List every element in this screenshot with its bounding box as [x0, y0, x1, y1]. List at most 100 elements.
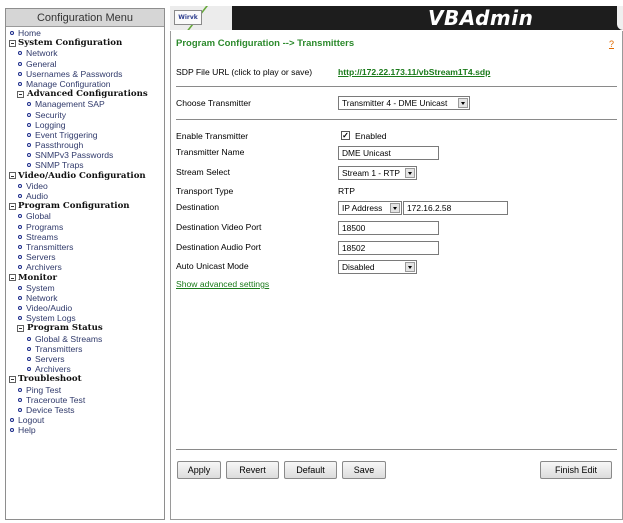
menu-item-advanced-configurations[interactable]: Advanced Configurations: [6, 89, 164, 99]
menu-item-home[interactable]: Home: [6, 28, 164, 38]
menu-item-system[interactable]: System: [6, 283, 164, 293]
chevron-down-icon: [390, 203, 400, 213]
menu-item-transmitters[interactable]: Transmitters: [6, 242, 164, 252]
stream-select-label: Stream Select: [176, 167, 230, 177]
menu-item-global-streams[interactable]: Global & Streams: [6, 334, 164, 344]
menu-item-system-logs[interactable]: System Logs: [6, 313, 164, 323]
menu-item-label: Archivers: [35, 364, 71, 375]
menu-item-transmitters[interactable]: Transmitters: [6, 344, 164, 354]
help-link[interactable]: ?: [609, 39, 614, 49]
menu-item-network[interactable]: Network: [6, 293, 164, 303]
bullet-icon: [27, 367, 31, 372]
menu-item-label: Transmitters: [35, 343, 83, 354]
checkmark-icon: ✓: [342, 131, 349, 140]
menu-item-troubleshoot[interactable]: Troubleshoot: [6, 374, 164, 384]
menu-title: Configuration Menu: [6, 9, 164, 27]
chevron-down-icon: [405, 262, 415, 272]
apply-button[interactable]: Apply: [177, 461, 221, 479]
bullet-icon: [10, 418, 14, 423]
menu-item-servers[interactable]: Servers: [6, 252, 164, 262]
menu-item-servers[interactable]: Servers: [6, 354, 164, 364]
bullet-icon: [18, 316, 22, 321]
revert-button[interactable]: Revert: [226, 461, 279, 479]
menu-item-label: Servers: [26, 252, 56, 263]
menu-item-label: SNMPv3 Passwords: [35, 150, 114, 161]
menu-item-video-audio-configuration[interactable]: Video/Audio Configuration: [6, 171, 164, 181]
menu-item-label: Help: [18, 425, 36, 436]
auto-unicast-select[interactable]: Disabled: [338, 260, 417, 274]
bullet-icon: [18, 285, 22, 290]
bullet-icon: [27, 112, 31, 117]
menu-item-label: Global & Streams: [35, 333, 103, 344]
finish-edit-button[interactable]: Finish Edit: [540, 461, 612, 479]
transport-type-value: RTP: [338, 186, 356, 196]
divider: [176, 449, 617, 450]
sdp-url-link[interactable]: http://172.22.173.11/vbStream1T4.sdp: [338, 67, 490, 77]
menu-item-label: Management SAP: [35, 99, 105, 110]
menu-item-system-configuration[interactable]: System Configuration: [6, 38, 164, 48]
menu-item-ping-test[interactable]: Ping Test: [6, 385, 164, 395]
bullet-icon: [18, 407, 22, 412]
choose-transmitter-select[interactable]: Transmitter 4 - DME Unicast: [338, 96, 470, 110]
bullet-icon: [18, 214, 22, 219]
bullet-icon: [18, 194, 22, 198]
collapse-icon: [9, 202, 16, 210]
show-advanced-settings-link[interactable]: Show advanced settings: [176, 279, 269, 289]
default-button[interactable]: Default: [284, 461, 337, 479]
bullet-icon: [27, 132, 31, 137]
enable-transmitter-checkbox[interactable]: ✓: [341, 131, 350, 140]
menu-item-label: Program Configuration: [18, 201, 130, 212]
audio-port-input[interactable]: 18502: [338, 241, 439, 255]
menu-item-label: Device Tests: [26, 404, 75, 415]
menu-item-video-audio[interactable]: Video/Audio: [6, 303, 164, 313]
menu-item-label: Audio: [26, 191, 48, 201]
menu-item-label: Monitor: [18, 272, 57, 283]
menu-item-audio[interactable]: Audio: [6, 191, 164, 201]
bullet-icon: [18, 224, 22, 229]
menu-item-network[interactable]: Network: [6, 48, 164, 58]
bullet-icon: [18, 255, 22, 260]
menu-item-general[interactable]: General: [6, 59, 164, 69]
menu-item-video[interactable]: Video: [6, 181, 164, 191]
stream-select[interactable]: Stream 1 - RTP: [338, 166, 417, 180]
menu-item-snmp-traps[interactable]: SNMP Traps: [6, 160, 164, 170]
menu-item-streams[interactable]: Streams: [6, 232, 164, 242]
bullet-icon: [10, 31, 14, 35]
main-panel: Program Configuration --> Transmitters ?…: [170, 31, 623, 520]
menu-item-snmpv3-passwords[interactable]: SNMPv3 Passwords: [6, 150, 164, 160]
menu-item-logging[interactable]: Logging: [6, 120, 164, 130]
menu-tree: Home System Configuration Network General Us…: [6, 27, 164, 436]
menu-item-passthrough[interactable]: Passthrough: [6, 140, 164, 150]
menu-item-manage-configuration[interactable]: Manage Configuration: [6, 79, 164, 89]
menu-item-archivers[interactable]: Archivers: [6, 262, 164, 272]
menu-item-monitor[interactable]: Monitor: [6, 273, 164, 283]
menu-item-help[interactable]: Help: [6, 425, 164, 435]
menu-item-traceroute-test[interactable]: Traceroute Test: [6, 395, 164, 405]
bullet-icon: [18, 244, 22, 249]
menu-item-event-triggering[interactable]: Event Triggering: [6, 130, 164, 140]
transmitter-name-input[interactable]: DME Unicast: [338, 146, 439, 160]
menu-item-label: Transmitters: [26, 241, 74, 252]
bullet-icon: [18, 71, 22, 76]
menu-item-global[interactable]: Global: [6, 211, 164, 221]
menu-item-usernames-passwords[interactable]: Usernames & Passwords: [6, 69, 164, 79]
menu-item-label: Servers: [35, 354, 65, 364]
menu-item-label: Ping Test: [26, 384, 62, 395]
menu-item-logout[interactable]: Logout: [6, 415, 164, 425]
menu-item-security[interactable]: Security: [6, 110, 164, 120]
destination-type-select[interactable]: IP Address: [338, 201, 402, 215]
sdp-url-label: SDP File URL (click to play or save): [176, 67, 313, 77]
destination-ip-input[interactable]: 172.16.2.58: [403, 201, 508, 215]
bullet-icon: [27, 143, 31, 148]
save-button[interactable]: Save: [342, 461, 386, 479]
menu-item-label: Security: [35, 109, 67, 120]
menu-item-programs[interactable]: Programs: [6, 222, 164, 232]
video-port-input[interactable]: 18500: [338, 221, 439, 235]
menu-item-device-tests[interactable]: Device Tests: [6, 405, 164, 415]
menu-item-archivers[interactable]: Archivers: [6, 364, 164, 374]
transmitter-name-label: Transmitter Name: [176, 147, 245, 157]
menu-item-program-status[interactable]: Program Status: [6, 323, 164, 333]
menu-item-management-sap[interactable]: Management SAP: [6, 99, 164, 109]
app-title: VBAdmin: [428, 6, 534, 30]
menu-item-program-configuration[interactable]: Program Configuration: [6, 201, 164, 211]
